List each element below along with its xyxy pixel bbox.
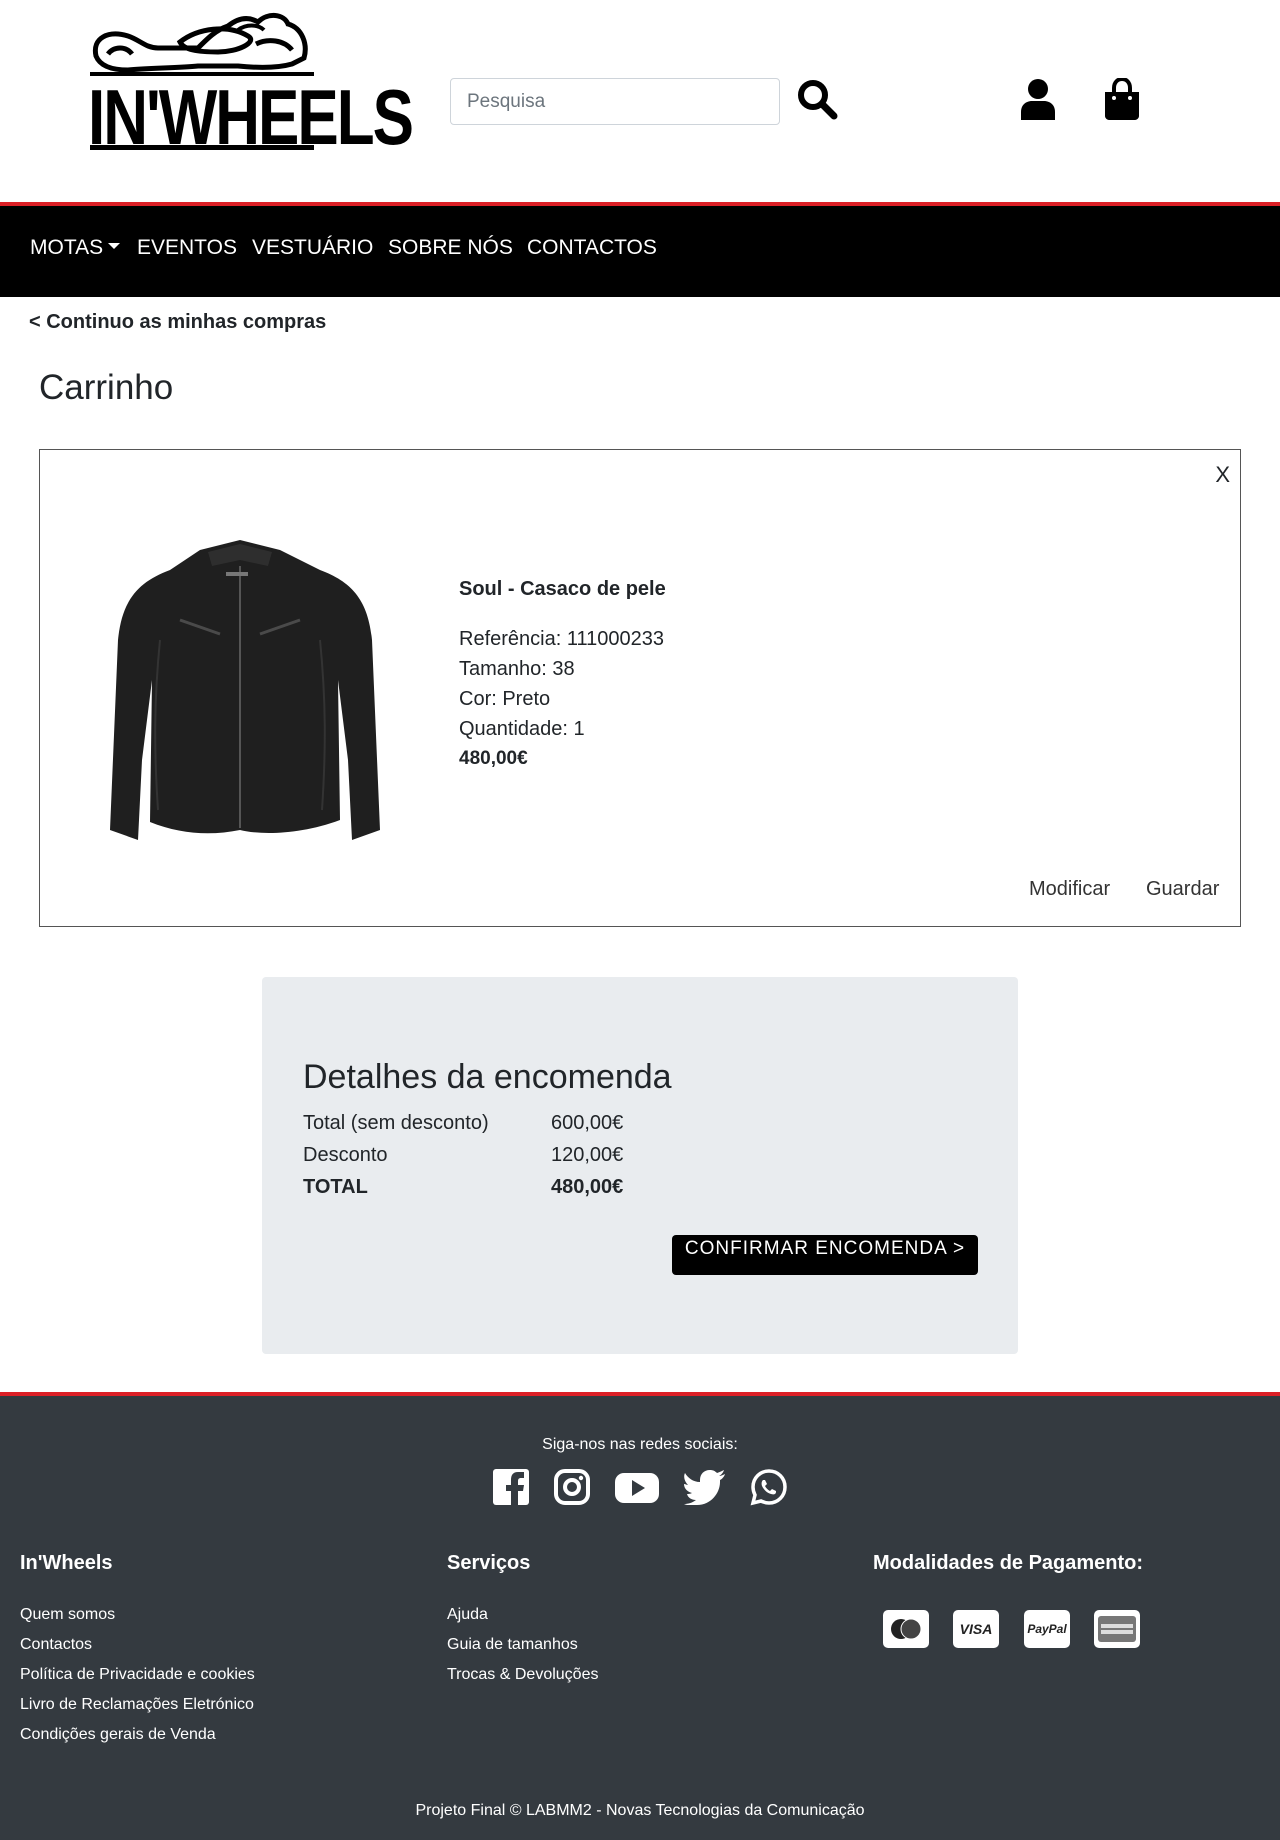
product-name: Soul - Casaco de pele — [459, 578, 666, 600]
instagram-link[interactable] — [553, 1468, 591, 1508]
footer-services-title: Serviços — [447, 1552, 531, 1574]
facebook-link[interactable] — [492, 1468, 530, 1508]
confirm-order-button[interactable]: CONFIRMAR ENCOMENDA > — [672, 1235, 978, 1275]
whatsapp-link[interactable] — [750, 1468, 788, 1508]
subtotal-label: Total (sem desconto) — [303, 1112, 489, 1134]
site-footer: Siga-nos nas redes sociais: In'Wheels Qu… — [0, 1392, 1280, 1840]
instagram-icon — [554, 1468, 590, 1505]
product-price: 480,00€ — [459, 748, 528, 769]
footer-link-condicoes[interactable]: Condições gerais de Venda — [20, 1726, 216, 1744]
continue-shopping-link[interactable]: < Continuo as minhas compras — [29, 311, 326, 334]
confirm-order-label: CONFIRMAR ENCOMENDA > — [684, 1238, 966, 1259]
footer-link-reclamacoes[interactable]: Livro de Reclamações Eletrónico — [20, 1696, 254, 1714]
order-summary: Detalhes da encomenda Total (sem descont… — [262, 977, 1018, 1354]
account-button[interactable] — [1018, 78, 1058, 122]
youtube-icon — [615, 1472, 659, 1503]
product-color: Cor: Preto — [459, 688, 551, 710]
caret-down-icon — [108, 243, 121, 250]
nav-item-vestuario[interactable]: VESTUÁRIO — [252, 236, 373, 260]
visa-icon: VISA — [953, 1610, 999, 1648]
footer-link-quem-somos[interactable]: Quem somos — [20, 1606, 115, 1624]
site-header: IN'WHEELS — [0, 0, 1280, 202]
youtube-link[interactable] — [614, 1468, 660, 1508]
footer-payment-title: Modalidades de Pagamento: — [873, 1552, 1144, 1574]
follow-us-text: Siga-nos nas redes sociais: — [542, 1436, 738, 1453]
paypal-icon: PayPal — [1024, 1610, 1070, 1648]
page-title: Carrinho — [39, 368, 174, 407]
footer-link-ajuda[interactable]: Ajuda — [447, 1606, 488, 1624]
nav-item-eventos[interactable]: EVENTOS — [137, 236, 237, 260]
footer-link-contactos[interactable]: Contactos — [20, 1636, 92, 1654]
cart-item-card: X Soul - Casaco de pele Referência: 1110… — [39, 449, 1241, 927]
footer-link-guia-tamanhos[interactable]: Guia de tamanhos — [447, 1636, 578, 1654]
shopping-bag-icon — [1105, 76, 1139, 120]
facebook-icon — [493, 1468, 529, 1505]
search-input[interactable] — [450, 78, 780, 125]
total-value: 480,00€ — [551, 1176, 624, 1198]
save-item-button[interactable]: Guardar — [1146, 878, 1219, 901]
nav-item-contactos[interactable]: CONTACTOS — [527, 236, 657, 260]
footer-brand-title: In'Wheels — [20, 1552, 113, 1574]
modify-item-button[interactable]: Modificar — [1029, 878, 1110, 901]
inwheels-logo[interactable]: IN'WHEELS — [88, 8, 414, 157]
footer-link-trocas[interactable]: Trocas & Devoluções — [447, 1666, 598, 1684]
paypal-text: PayPal — [1027, 1622, 1067, 1636]
footer-link-privacidade[interactable]: Política de Privacidade e cookies — [20, 1666, 255, 1684]
copyright-text: Projeto Final © LABMM2 - Novas Tecnologi… — [415, 1802, 865, 1819]
whatsapp-icon — [750, 1469, 787, 1506]
user-icon — [1021, 79, 1055, 120]
search-button[interactable] — [795, 78, 839, 122]
american-express-icon — [1094, 1610, 1140, 1648]
main-nav: MOTAS EVENTOS VESTUÁRIO SOBRE NÓS CONTAC… — [0, 202, 1280, 297]
total-label: TOTAL — [303, 1176, 368, 1198]
remove-item-button[interactable]: X — [1215, 462, 1230, 488]
mastercard-icon — [883, 1610, 929, 1648]
nav-item-label: MOTAS — [30, 236, 104, 259]
cart-button[interactable] — [1100, 76, 1144, 122]
visa-text: VISA — [959, 1621, 993, 1637]
subtotal-value: 600,00€ — [551, 1112, 624, 1134]
discount-label: Desconto — [303, 1144, 388, 1166]
nav-item-sobre-nos[interactable]: SOBRE NÓS — [388, 236, 513, 260]
search-icon — [798, 80, 838, 120]
product-reference: Referência: 111000233 — [459, 628, 664, 650]
discount-value: 120,00€ — [551, 1144, 624, 1166]
order-summary-title: Detalhes da encomenda — [303, 1058, 672, 1096]
product-quantity: Quantidade: 1 — [459, 718, 585, 740]
twitter-icon — [684, 1469, 725, 1505]
product-size: Tamanho: 38 — [459, 658, 575, 680]
logo-underline — [90, 145, 314, 150]
twitter-link[interactable] — [683, 1468, 727, 1508]
product-image — [110, 540, 380, 840]
nav-item-motas[interactable]: MOTAS — [30, 236, 121, 260]
